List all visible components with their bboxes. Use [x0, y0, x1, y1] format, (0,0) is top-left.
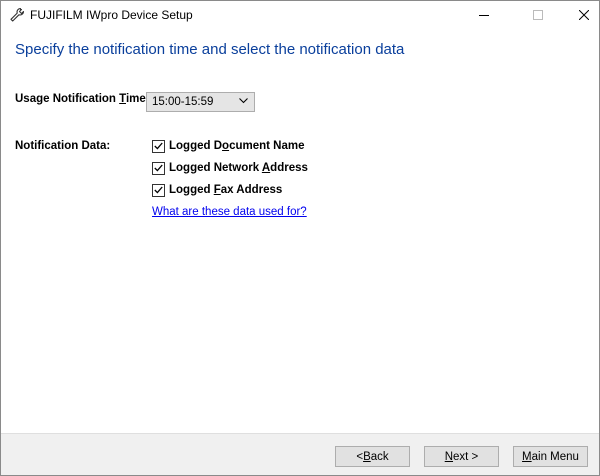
checkbox-logged-document-name[interactable]: Logged Document Name — [152, 138, 304, 154]
checkbox-logged-network-address[interactable]: Logged Network Address — [152, 160, 308, 176]
page-title: Specify the notification time and select… — [15, 41, 405, 58]
next-label-post: ext > — [453, 450, 479, 463]
usage-time-label-pre: Usage Notification — [15, 93, 120, 105]
usage-time-dropdown[interactable]: 15:00-15:59 — [146, 92, 255, 112]
minimize-button[interactable] — [461, 1, 507, 29]
next-label-mnemonic: N — [444, 450, 454, 463]
checkbox-label-pre: Logged D — [169, 140, 223, 152]
checkbox-label: Logged Network Address — [169, 162, 308, 174]
main-menu-button[interactable]: Main Menu — [513, 446, 588, 467]
checkbox-label-mnemonic: A — [261, 162, 271, 174]
window-title: FUJIFILM IWpro Device Setup — [30, 8, 193, 22]
minimize-icon — [479, 15, 489, 16]
button-bar: < Back Next > Main Menu — [1, 433, 599, 475]
checkbox-logged-fax-address[interactable]: Logged Fax Address — [152, 182, 282, 198]
usage-time-label: Usage Notification Time: — [15, 93, 150, 105]
back-label-pre: < — [356, 450, 364, 463]
back-label-mnemonic: B — [363, 450, 371, 463]
notification-data-label: Notification Data: — [15, 140, 111, 152]
wrench-icon — [10, 7, 25, 22]
checkbox-label-mnemonic: o — [222, 140, 230, 152]
back-label-post: ack — [370, 450, 389, 463]
content-area: Specify the notification time and select… — [1, 29, 599, 433]
menu-label-mnemonic: M — [522, 450, 532, 463]
checkmark-icon — [154, 186, 163, 194]
help-link[interactable]: What are these data used for? — [152, 206, 307, 218]
checkbox-label: Logged Fax Address — [169, 184, 282, 196]
checkbox-label-post: ddress — [270, 162, 308, 174]
chevron-down-icon — [239, 98, 248, 104]
next-button[interactable]: Next > — [424, 446, 499, 467]
setup-window: FUJIFILM IWpro Device Setup Specify the … — [0, 0, 600, 476]
checkbox-label-post: cument Name — [229, 140, 305, 152]
checkbox-box[interactable] — [152, 139, 165, 153]
checkbox-label: Logged Document Name — [169, 140, 304, 152]
usage-time-label-mnemonic: T — [119, 93, 126, 105]
checkmark-icon — [154, 164, 163, 172]
maximize-button[interactable] — [515, 1, 561, 29]
back-button[interactable]: < Back — [335, 446, 410, 467]
checkbox-label-post: ax Address — [220, 184, 283, 196]
checkbox-box[interactable] — [152, 183, 165, 197]
close-button[interactable] — [561, 1, 599, 29]
maximize-icon — [533, 10, 543, 20]
checkbox-label-pre: Logged Network — [169, 162, 262, 174]
menu-label-post: ain Menu — [531, 450, 579, 463]
checkbox-label-pre: Logged — [169, 184, 214, 196]
checkbox-label-mnemonic: F — [213, 184, 221, 196]
checkmark-icon — [154, 142, 163, 150]
usage-time-value: 15:00-15:59 — [152, 96, 214, 108]
close-icon — [579, 10, 589, 20]
checkbox-box[interactable] — [152, 161, 165, 175]
title-bar[interactable]: FUJIFILM IWpro Device Setup — [1, 1, 599, 29]
